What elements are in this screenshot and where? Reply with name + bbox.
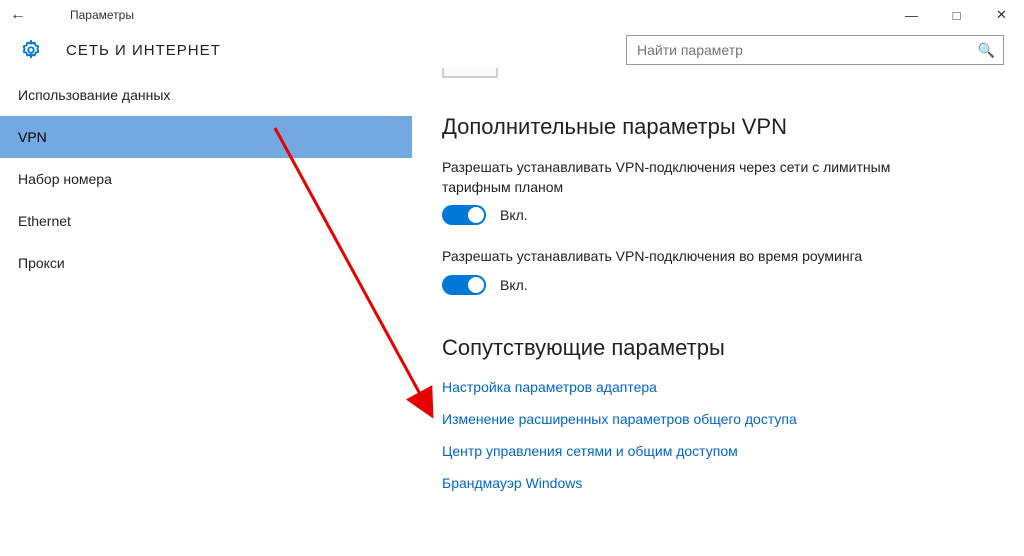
link-network-center[interactable]: Центр управления сетями и общим доступом xyxy=(442,443,994,459)
minimize-button[interactable]: — xyxy=(889,0,934,30)
sidebar-item-dialup[interactable]: Набор номера xyxy=(0,158,412,200)
setting-metered: Разрешать устанавливать VPN-подключения … xyxy=(442,158,994,225)
back-button[interactable]: ← xyxy=(10,6,26,24)
search-icon: 🔍 xyxy=(978,42,995,59)
sidebar-item-data-usage[interactable]: Использование данных xyxy=(0,74,412,116)
close-button[interactable]: ✕ xyxy=(979,0,1024,30)
sidebar: Использование данных VPN Набор номера Et… xyxy=(0,74,412,556)
toggle-roaming[interactable] xyxy=(442,275,486,295)
gear-icon xyxy=(20,39,42,61)
sidebar-item-proxy[interactable]: Прокси xyxy=(0,242,412,284)
window-title: Параметры xyxy=(30,8,134,22)
search-input[interactable] xyxy=(637,42,978,58)
link-advanced-sharing[interactable]: Изменение расширенных параметров общего … xyxy=(442,411,994,427)
setting-roaming: Разрешать устанавливать VPN-подключения … xyxy=(442,247,994,295)
toggle-roaming-state: Вкл. xyxy=(500,277,528,293)
toggle-metered-state: Вкл. xyxy=(500,207,528,223)
header: СЕТЬ И ИНТЕРНЕТ 🔍 xyxy=(0,30,1024,70)
sidebar-item-ethernet[interactable]: Ethernet xyxy=(0,200,412,242)
toggle-metered[interactable] xyxy=(442,205,486,225)
sidebar-item-vpn[interactable]: VPN xyxy=(0,116,412,158)
titlebar: ← Параметры — □ ✕ xyxy=(0,0,1024,30)
add-vpn-tile-partial[interactable] xyxy=(442,68,498,78)
maximize-button[interactable]: □ xyxy=(934,0,979,30)
content-pane: Дополнительные параметры VPN Разрешать у… xyxy=(412,74,1024,556)
page-title: СЕТЬ И ИНТЕРНЕТ xyxy=(66,42,221,59)
link-firewall[interactable]: Брандмауэр Windows xyxy=(442,475,994,491)
search-box[interactable]: 🔍 xyxy=(626,35,1004,65)
setting-metered-desc: Разрешать устанавливать VPN-подключения … xyxy=(442,158,962,197)
advanced-vpn-heading: Дополнительные параметры VPN xyxy=(442,114,994,140)
window-controls: — □ ✕ xyxy=(889,0,1024,30)
related-links: Настройка параметров адаптера Изменение … xyxy=(442,379,994,491)
link-adapter-settings[interactable]: Настройка параметров адаптера xyxy=(442,379,994,395)
related-heading: Сопутствующие параметры xyxy=(442,335,994,361)
setting-roaming-desc: Разрешать устанавливать VPN-подключения … xyxy=(442,247,962,267)
